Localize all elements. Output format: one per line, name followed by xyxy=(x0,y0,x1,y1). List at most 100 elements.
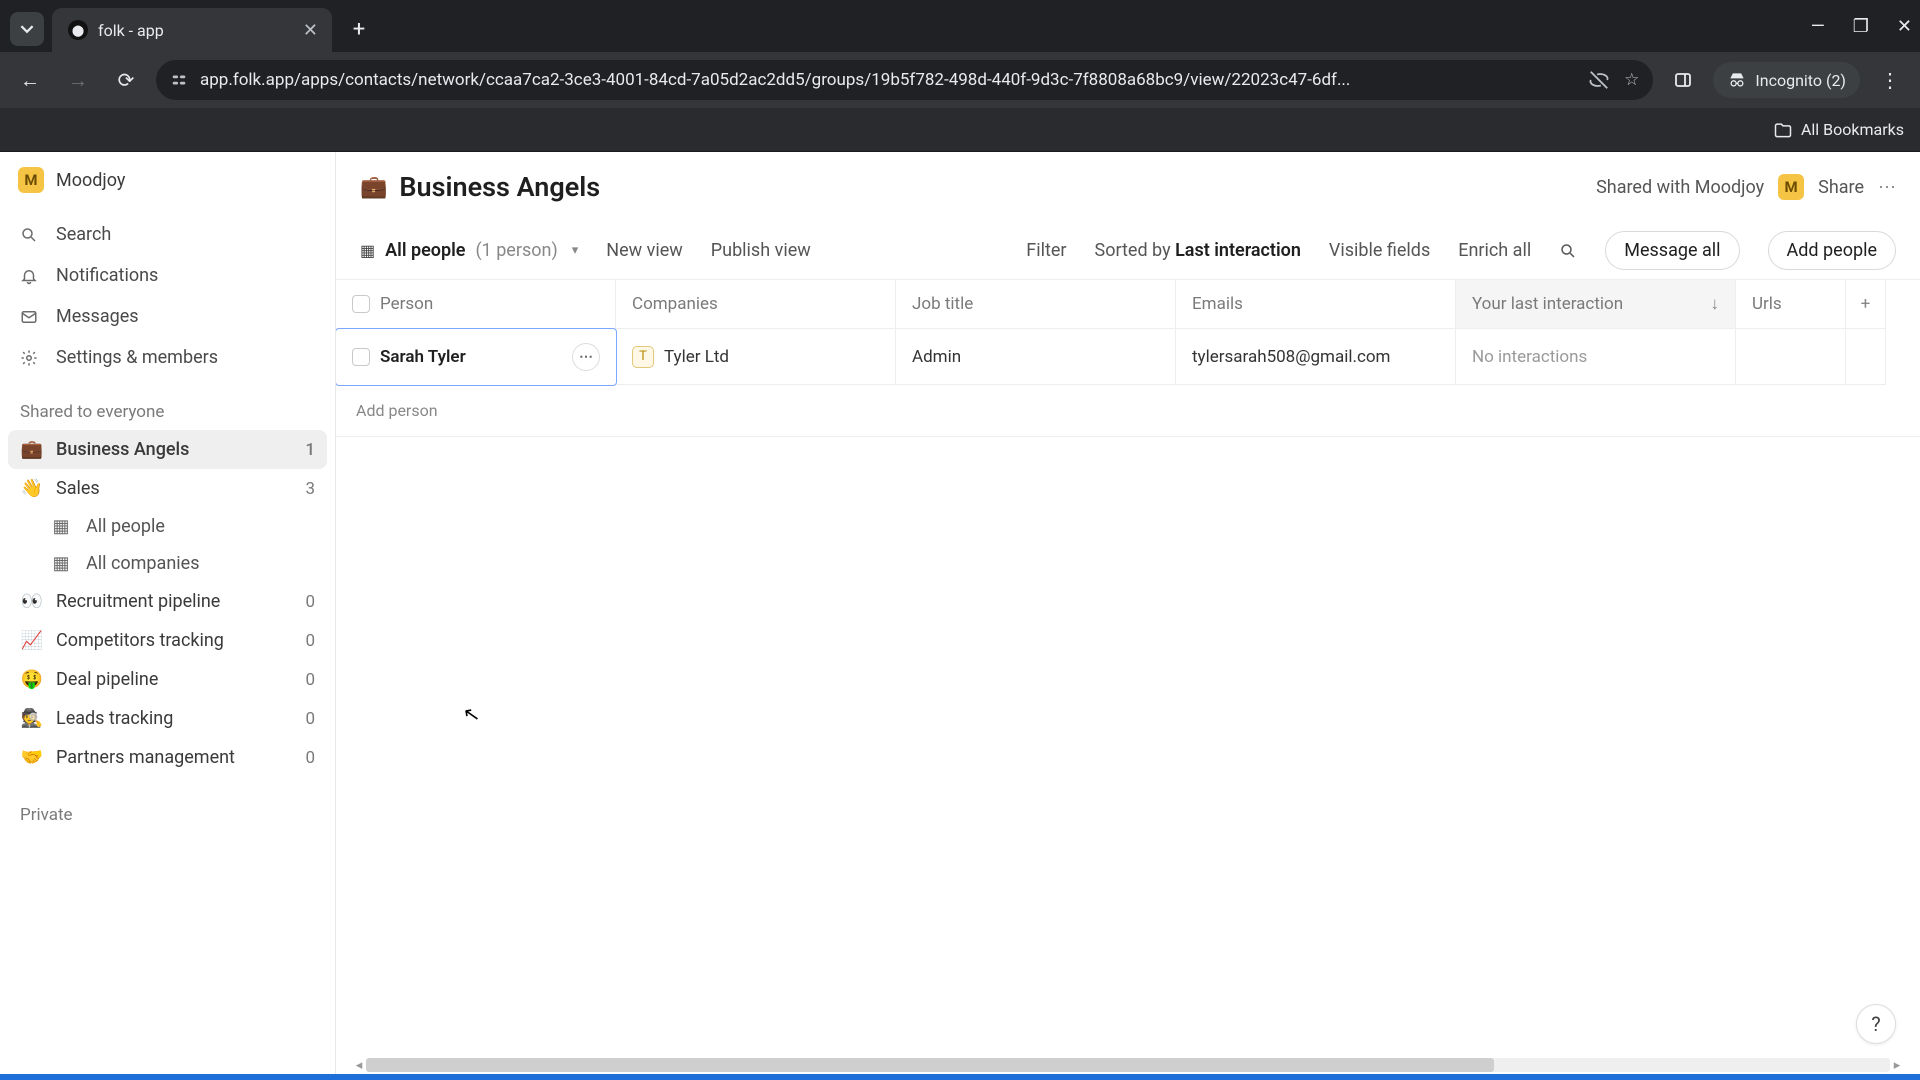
group-sales-all-people[interactable]: ▦ All people xyxy=(38,508,327,545)
table-icon: ▦ xyxy=(50,516,72,537)
column-header-job-title[interactable]: Job title xyxy=(896,280,1176,329)
group-label: Partners management xyxy=(56,747,235,768)
company-name: Tyler Ltd xyxy=(664,347,729,367)
group-business-angels[interactable]: 💼 Business Angels 1 xyxy=(8,430,327,469)
enrich-all-button[interactable]: Enrich all xyxy=(1458,240,1531,261)
group-label: Recruitment pipeline xyxy=(56,591,220,612)
incognito-label: Incognito (2) xyxy=(1755,71,1846,90)
chevron-down-icon: ▾ xyxy=(572,243,579,258)
group-sales[interactable]: 👋 Sales 3 xyxy=(8,469,327,508)
help-button[interactable]: ? xyxy=(1856,1004,1896,1044)
nav-settings[interactable]: Settings & members xyxy=(8,337,327,378)
browser-menu-button[interactable]: ⋮ xyxy=(1872,62,1908,98)
page-more-button[interactable]: ⋯ xyxy=(1878,177,1896,198)
sub-label: All people xyxy=(86,516,165,537)
eye-off-icon[interactable] xyxy=(1588,69,1610,91)
site-settings-icon[interactable] xyxy=(170,71,188,89)
group-deal-pipeline[interactable]: 🤑 Deal pipeline 0 xyxy=(8,660,327,699)
group-count: 0 xyxy=(305,631,315,651)
window-minimize-button[interactable]: ― xyxy=(1811,16,1825,37)
filter-button[interactable]: Filter xyxy=(1026,240,1066,261)
workspace-switcher[interactable]: M Moodjoy xyxy=(0,152,335,208)
cell-last-interaction[interactable]: No interactions xyxy=(1456,329,1736,385)
cell-company[interactable]: T Tyler Ltd xyxy=(616,329,896,385)
visible-fields-button[interactable]: Visible fields xyxy=(1329,240,1430,261)
cell-job-title[interactable]: Admin xyxy=(896,329,1176,385)
nav-reload-button[interactable]: ⟳ xyxy=(108,62,144,98)
os-taskbar xyxy=(0,1074,1920,1080)
group-competitors-tracking[interactable]: 📈 Competitors tracking 0 xyxy=(8,621,327,660)
column-header-companies[interactable]: Companies xyxy=(616,280,896,329)
message-all-button[interactable]: Message all xyxy=(1605,231,1739,270)
nav-messages[interactable]: Messages xyxy=(8,296,327,337)
tab-title: folk - app xyxy=(98,21,164,40)
sort-field: Last interaction xyxy=(1175,240,1301,261)
scroll-left-arrow[interactable]: ◂ xyxy=(352,1058,366,1073)
grid-icon: ▦ xyxy=(360,241,375,260)
bell-icon xyxy=(20,267,42,285)
gear-icon xyxy=(20,349,42,367)
nav-search-label: Search xyxy=(56,224,111,245)
side-panel-button[interactable] xyxy=(1665,62,1701,98)
cell-addcol-spacer xyxy=(1846,329,1886,385)
incognito-indicator[interactable]: Incognito (2) xyxy=(1713,62,1860,98)
cell-person[interactable]: Sarah Tyler ⋯ xyxy=(336,328,617,386)
share-button[interactable]: Share xyxy=(1818,177,1864,198)
column-header-urls[interactable]: Urls xyxy=(1736,280,1846,329)
briefcase-icon: 💼 xyxy=(20,439,44,460)
add-people-button[interactable]: Add people xyxy=(1768,231,1896,270)
mail-icon xyxy=(20,308,42,326)
chart-icon: 📈 xyxy=(20,630,44,651)
cell-urls[interactable] xyxy=(1736,329,1846,385)
nav-settings-label: Settings & members xyxy=(56,347,218,368)
publish-view-button[interactable]: Publish view xyxy=(711,240,811,261)
address-bar[interactable]: app.folk.app/apps/contacts/network/ccaa7… xyxy=(156,60,1653,100)
column-header-person[interactable]: Person xyxy=(336,280,616,329)
nav-search[interactable]: Search xyxy=(8,214,327,255)
group-recruitment-pipeline[interactable]: 👀 Recruitment pipeline 0 xyxy=(8,582,327,621)
add-column-button[interactable]: + xyxy=(1846,280,1886,329)
group-label: Deal pipeline xyxy=(56,669,158,690)
nav-notifications-label: Notifications xyxy=(56,265,158,286)
all-bookmarks-button[interactable]: All Bookmarks xyxy=(1773,120,1904,140)
workspace-badge: M xyxy=(18,167,44,193)
column-header-last-interaction[interactable]: Your last interaction ↓ xyxy=(1456,280,1736,329)
select-all-checkbox[interactable] xyxy=(352,295,370,313)
cell-email[interactable]: tylersarah508@gmail.com xyxy=(1176,329,1456,385)
browser-tab[interactable]: ⬤ folk - app ✕ xyxy=(52,8,332,52)
view-selector[interactable]: ▦ All people (1 person) ▾ xyxy=(360,240,578,261)
sort-button[interactable]: Sorted by Last interaction xyxy=(1095,240,1301,261)
group-label: Leads tracking xyxy=(56,708,173,729)
bookmark-star-icon[interactable]: ☆ xyxy=(1624,70,1639,90)
group-label: Sales xyxy=(56,478,100,499)
tab-favicon: ⬤ xyxy=(68,20,88,40)
table-icon: ▦ xyxy=(50,553,72,574)
new-view-button[interactable]: New view xyxy=(606,240,683,261)
add-person-row[interactable]: Add person xyxy=(336,385,1920,437)
row-more-button[interactable]: ⋯ xyxy=(572,343,600,371)
window-maximize-button[interactable]: ❐ xyxy=(1853,16,1869,37)
group-sales-all-companies[interactable]: ▦ All companies xyxy=(38,545,327,582)
column-header-emails[interactable]: Emails xyxy=(1176,280,1456,329)
money-face-icon: 🤑 xyxy=(20,669,44,690)
group-partners-management[interactable]: 🤝 Partners management 0 xyxy=(8,738,327,777)
scroll-thumb[interactable] xyxy=(366,1058,1494,1072)
sidebar: M Moodjoy Search Notifications Messag xyxy=(0,152,336,1074)
scroll-track[interactable] xyxy=(366,1058,1890,1072)
scroll-right-arrow[interactable]: ▸ xyxy=(1890,1058,1904,1073)
window-close-button[interactable]: ✕ xyxy=(1897,16,1912,37)
sub-label: All companies xyxy=(86,553,199,574)
nav-forward-button[interactable]: → xyxy=(60,62,96,98)
nav-notifications[interactable]: Notifications xyxy=(8,255,327,296)
tab-close-button[interactable]: ✕ xyxy=(303,20,318,41)
group-leads-tracking[interactable]: 🕵️ Leads tracking 0 xyxy=(8,699,327,738)
new-tab-button[interactable]: + xyxy=(342,12,376,46)
row-checkbox[interactable] xyxy=(352,348,370,366)
horizontal-scrollbar[interactable]: ◂ ▸ xyxy=(352,1056,1904,1074)
group-count: 3 xyxy=(305,479,315,499)
nav-messages-label: Messages xyxy=(56,306,139,327)
page-emoji: 💼 xyxy=(360,175,387,200)
tab-search-dropdown[interactable] xyxy=(10,12,44,46)
search-in-view-button[interactable] xyxy=(1559,242,1577,260)
nav-back-button[interactable]: ← xyxy=(12,62,48,98)
